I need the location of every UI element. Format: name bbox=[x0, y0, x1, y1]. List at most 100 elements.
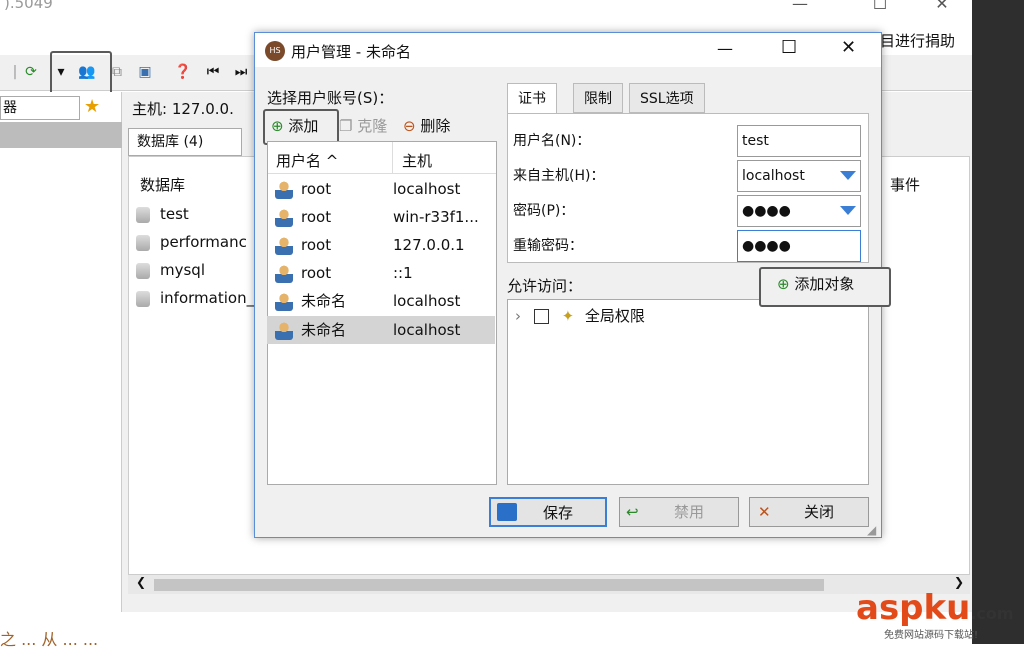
user-row[interactable]: root localhost bbox=[267, 175, 495, 203]
favorite-star-icon[interactable]: ★ bbox=[84, 96, 100, 117]
user-host: win-r33f1... bbox=[393, 208, 479, 226]
save-icon bbox=[497, 503, 517, 521]
db-name: performanc bbox=[160, 233, 247, 251]
delete-user-button[interactable]: ⊖ 删除 bbox=[403, 115, 450, 136]
refresh-icon[interactable]: ⟳ bbox=[20, 61, 42, 83]
dropdown-arrow-icon bbox=[840, 171, 856, 180]
events-column-header[interactable]: 事件 bbox=[890, 174, 920, 195]
dialog-title: 用户管理 - 未命名 bbox=[291, 43, 411, 61]
user-icon bbox=[275, 264, 293, 283]
db-row[interactable]: test bbox=[136, 200, 266, 228]
password-field[interactable]: ●●●● bbox=[737, 195, 861, 227]
background-title-bar: ).5049 — ☐ ✕ bbox=[0, 0, 972, 22]
dialog-minimize-icon[interactable]: — bbox=[717, 39, 733, 58]
global-privileges-icon: ✦ bbox=[561, 307, 575, 325]
password-label: 密码(P)： bbox=[513, 203, 575, 219]
user-name: 未命名 bbox=[301, 321, 347, 339]
db-name: test bbox=[160, 205, 189, 223]
privilege-tree bbox=[507, 299, 869, 485]
user-host: ::1 bbox=[393, 264, 413, 282]
user-icon bbox=[275, 236, 293, 255]
user-name: root bbox=[301, 236, 332, 254]
tab-databases[interactable]: 数据库 (4) bbox=[128, 128, 242, 156]
bottom-text: 之 ... 从 ... ... bbox=[0, 630, 99, 649]
host-field-label: 来自主机(H)： bbox=[513, 168, 605, 184]
minimize-icon[interactable]: — bbox=[780, 0, 820, 16]
username-label: 用户名(N)： bbox=[513, 133, 591, 149]
host-select-value: localhost bbox=[742, 168, 805, 184]
username-column-header[interactable]: 用户名 ^ bbox=[276, 150, 338, 171]
user-row[interactable]: root win-r33f1... bbox=[267, 203, 495, 231]
maximize-icon[interactable]: ☐ bbox=[860, 0, 900, 16]
password-mask: ●●●● bbox=[742, 203, 791, 219]
add-object-icon: ⊕ bbox=[777, 275, 790, 293]
global-privileges-node[interactable]: › ✦ 全局权限 bbox=[515, 305, 645, 326]
user-row-selected[interactable]: 未命名 localhost bbox=[267, 316, 495, 344]
horizontal-scrollbar[interactable]: ❮ ❯ bbox=[128, 574, 970, 594]
dialog-maximize-icon[interactable]: ☐ bbox=[781, 37, 797, 58]
save-label: 保存 bbox=[543, 504, 574, 522]
user-row[interactable]: 未命名 localhost bbox=[267, 287, 495, 315]
host-column-header[interactable]: 主机 bbox=[402, 150, 432, 171]
user-name: root bbox=[301, 180, 332, 198]
delete-user-label: 删除 bbox=[420, 117, 451, 135]
user-list-header: 用户名 ^ 主机 bbox=[268, 142, 496, 174]
user-name: root bbox=[301, 264, 332, 282]
tab-limits[interactable]: 限制 bbox=[573, 83, 623, 113]
scrollbar-thumb[interactable] bbox=[154, 579, 824, 591]
right-dark-panel bbox=[972, 0, 1024, 644]
database-icon bbox=[136, 290, 150, 307]
database-icon bbox=[136, 262, 150, 279]
repeat-password-field[interactable]: ●●●● bbox=[737, 230, 861, 262]
add-object-label: 添加对象 bbox=[794, 275, 855, 293]
close-label: 关闭 bbox=[804, 503, 835, 521]
add-object-button[interactable]: ⊕ 添加对象 bbox=[777, 273, 854, 294]
tab-ssl[interactable]: SSL选项 bbox=[629, 83, 705, 113]
clone-user-button[interactable]: ❐ 克隆 bbox=[339, 115, 387, 136]
db-row[interactable]: information_ bbox=[136, 284, 266, 312]
db-column-header[interactable]: 数据库 bbox=[140, 174, 185, 195]
close-icon[interactable]: ✕ bbox=[922, 0, 962, 16]
watermark-logo: aspku.com bbox=[856, 588, 1014, 628]
version-text: ).5049 bbox=[4, 0, 53, 12]
add-user-button[interactable]: ⊕ 添加 bbox=[271, 115, 318, 136]
next-icon[interactable]: ⏭ bbox=[230, 61, 252, 83]
nav-selected-row[interactable] bbox=[0, 122, 122, 148]
dropdown-arrow-icon bbox=[840, 206, 856, 215]
navigator-panel: 器 ★ bbox=[0, 92, 122, 612]
database-icon bbox=[136, 234, 150, 251]
save-file-icon[interactable]: ▣ bbox=[134, 61, 156, 83]
watermark-subtitle: 免费网站源码下载站! bbox=[884, 630, 979, 641]
user-row[interactable]: root 127.0.0.1 bbox=[267, 231, 495, 259]
global-privileges-checkbox[interactable] bbox=[533, 309, 549, 324]
scroll-left-icon[interactable]: ❮ bbox=[136, 575, 146, 589]
nav-filter-input[interactable]: 器 bbox=[0, 96, 80, 120]
first-icon[interactable]: ⏮ bbox=[202, 61, 224, 83]
donate-link[interactable]: 目进行捐助 bbox=[880, 30, 955, 51]
save-button[interactable]: 保存 bbox=[489, 497, 607, 527]
db-row[interactable]: performanc bbox=[136, 228, 266, 256]
disable-button[interactable]: ↩ 禁用 bbox=[619, 497, 739, 527]
resize-grip-icon[interactable]: ◢ bbox=[867, 523, 876, 537]
username-field[interactable]: test bbox=[737, 125, 861, 157]
watermark-brand: aspku bbox=[856, 588, 971, 628]
clone-user-label: 克隆 bbox=[357, 117, 388, 135]
db-row[interactable]: mysql bbox=[136, 256, 266, 284]
help-icon[interactable]: ❓ bbox=[172, 61, 194, 83]
tab-certificate[interactable]: 证书 bbox=[507, 83, 557, 115]
user-icon bbox=[275, 292, 293, 311]
host-select[interactable]: localhost bbox=[737, 160, 861, 192]
toolbar-highlight bbox=[50, 51, 112, 95]
column-divider bbox=[392, 142, 393, 174]
global-privileges-label: 全局权限 bbox=[584, 307, 645, 325]
watermark-suffix: .com bbox=[970, 604, 1014, 623]
dialog-title-bar: HS 用户管理 - 未命名 — ☐ ✕ bbox=[255, 33, 881, 67]
app-logo-icon: HS bbox=[265, 41, 285, 61]
user-name: root bbox=[301, 208, 332, 226]
user-icon bbox=[275, 180, 293, 199]
close-button[interactable]: ✕ 关闭 bbox=[749, 497, 869, 527]
scroll-right-icon[interactable]: ❯ bbox=[954, 575, 964, 589]
dialog-close-icon[interactable]: ✕ bbox=[841, 37, 856, 58]
user-row[interactable]: root::1 bbox=[267, 259, 495, 287]
username-column-label: 用户名 bbox=[276, 152, 322, 170]
